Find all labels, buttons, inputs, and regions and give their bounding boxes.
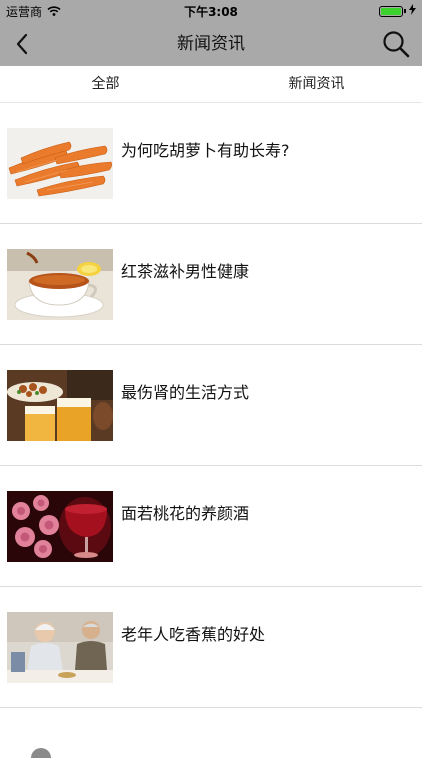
article-title: 红茶滋补男性健康	[121, 262, 250, 281]
search-button[interactable]	[380, 28, 412, 60]
search-icon	[383, 31, 410, 58]
article-title: 面若桃花的养颜酒	[121, 504, 250, 523]
black-tea-image	[7, 249, 113, 320]
beer-and-food-image	[7, 370, 113, 441]
list-item[interactable]: 为何吃胡萝卜有助长寿?	[0, 103, 422, 224]
page-title: 新闻资讯	[177, 34, 245, 54]
list-item-partial[interactable]	[0, 708, 422, 758]
article-title: 最伤肾的生活方式	[121, 383, 250, 402]
status-right	[379, 4, 416, 18]
status-time: 下午3:08	[184, 5, 238, 19]
elderly-couple-image	[7, 612, 113, 683]
article-title: 为何吃胡萝卜有助长寿?	[121, 141, 290, 160]
partial-image	[7, 738, 113, 758]
article-title: 老年人吃香蕉的好处	[121, 625, 266, 644]
roses-and-wine-image	[7, 491, 113, 562]
list-item[interactable]: 红茶滋补男性健康	[0, 224, 422, 345]
list-item[interactable]: 老年人吃香蕉的好处	[0, 587, 422, 708]
charging-icon	[409, 4, 416, 18]
battery-tip	[404, 9, 406, 13]
article-list: 为何吃胡萝卜有助长寿? 红茶滋补男性健康 最伤肾的生活方式 面若桃花的养颜酒 老…	[0, 103, 422, 758]
list-item[interactable]: 最伤肾的生活方式	[0, 345, 422, 466]
status-bar: 运营商 下午3:08	[0, 0, 422, 22]
tab-all[interactable]: 全部	[0, 66, 211, 102]
carrots-image	[7, 128, 113, 199]
tab-news[interactable]: 新闻资讯	[211, 66, 422, 102]
battery-icon	[379, 5, 403, 17]
list-item[interactable]: 面若桃花的养颜酒	[0, 466, 422, 587]
category-tabs: 全部 新闻资讯	[0, 66, 422, 103]
nav-bar: 新闻资讯	[0, 22, 422, 66]
